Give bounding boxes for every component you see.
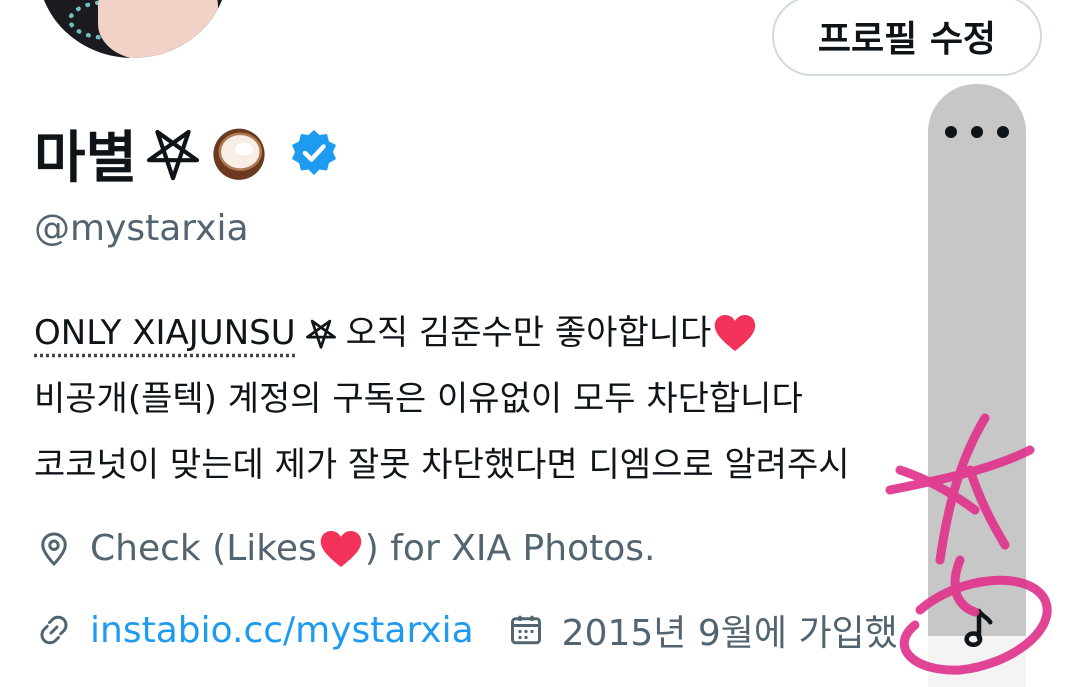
bio-line-1: ONLY XIAJUNSU 오직 김준수만 좋아합니다 [34,300,934,366]
location-text-suffix: ) for XIA Photos. [364,528,656,569]
red-heart-emoji [320,530,362,567]
pentagram-icon [146,129,200,181]
display-name-text: 마별 [34,125,138,191]
user-handle: @mystarxia [34,208,249,249]
display-name: 마별 [34,118,339,191]
music-note-icon[interactable] [952,602,1006,656]
profile-meta: instabio.cc/mystarxia 2015년 9월에 가입했 [36,604,898,656]
website-link[interactable]: instabio.cc/mystarxia [90,610,474,651]
floating-side-panel[interactable] [928,84,1026,640]
bio-line-3: 코코넛이 맞는데 제가 잘못 차단했다면 디엠으로 알려주시 [34,445,850,485]
location-pin-icon [41,531,67,566]
profile-location: Check (Likes ) for XIA Photos. [36,528,655,569]
red-heart-emoji [715,314,756,352]
joined-date: 2015년 9월에 가입했 [561,613,898,654]
avatar-face [98,0,218,58]
profile-avatar[interactable] [38,0,228,58]
location-text: Check (Likes [90,528,317,569]
bio-only-xiajunsu: ONLY XIAJUNSU [34,313,296,353]
more-dots-icon[interactable] [945,112,1009,152]
bio-line-2: 비공개(플텍) 계정의 구독은 이유없이 모두 차단합니다 [34,379,803,419]
verified-badge-icon[interactable] [289,128,339,178]
link-icon [40,615,68,645]
bio-line-1-text: 오직 김준수만 좋아합니다 [345,313,712,353]
calendar-icon [510,615,541,645]
edit-profile-button[interactable]: 프로필 수정 [772,0,1042,76]
coconut-emoji [213,128,265,180]
profile-bio: ONLY XIAJUNSU 오직 김준수만 좋아합니다 비공개(플텍) 계정의 … [34,300,934,498]
pentagram-icon [305,319,336,349]
